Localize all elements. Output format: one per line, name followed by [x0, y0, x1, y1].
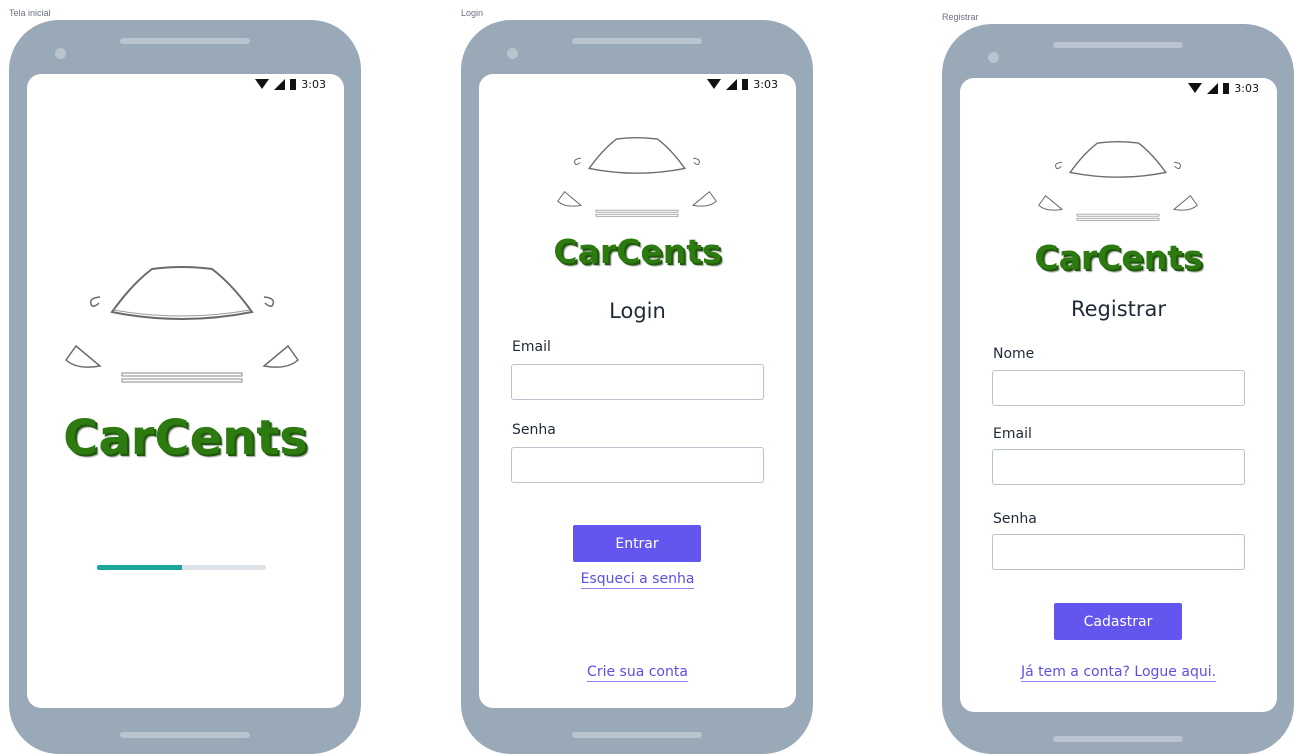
status-bar: 3:03: [707, 77, 778, 91]
frame-label-splash: Tela inicial: [9, 8, 51, 18]
login-screen: 3:03 CarCents Login Email Senha Entrar E…: [479, 74, 796, 708]
battery-icon: [1223, 82, 1230, 94]
signal-icon: [726, 78, 738, 90]
status-time: 3:03: [1234, 81, 1259, 95]
speaker-grille: [1053, 42, 1183, 48]
password-label: Senha: [993, 511, 1037, 527]
splash-screen: 3:03 CarCents: [27, 74, 344, 708]
camera-icon: [55, 48, 66, 59]
phone-splash: 3:03 CarCents: [9, 20, 361, 754]
forgot-password-link[interactable]: Esqueci a senha: [479, 571, 796, 589]
camera-icon: [988, 52, 999, 63]
page-title: Registrar: [1070, 297, 1167, 321]
app-logo: CarCents: [1034, 238, 1203, 277]
page-title: Login: [609, 299, 666, 323]
app-logo: CarCents: [63, 410, 308, 466]
email-label: Email: [993, 426, 1032, 442]
status-bar: 3:03: [1188, 81, 1259, 95]
create-account-link[interactable]: Crie sua conta: [479, 664, 796, 682]
name-label: Nome: [993, 346, 1035, 362]
create-account-link-text[interactable]: Crie sua conta: [587, 664, 688, 682]
bottom-bar: [1053, 736, 1183, 742]
wifi-icon: [707, 78, 722, 89]
password-label: Senha: [512, 422, 556, 438]
name-input[interactable]: [992, 370, 1245, 406]
car-icon: [1038, 141, 1198, 221]
wifi-icon: [1188, 82, 1203, 93]
email-input[interactable]: [511, 364, 764, 400]
bottom-bar: [572, 732, 702, 738]
email-input[interactable]: [992, 449, 1245, 485]
battery-icon: [742, 78, 749, 90]
phone-register: 3:03 CarCents Registrar Nome Email Senha…: [942, 24, 1294, 754]
signal-icon: [1207, 82, 1219, 94]
speaker-grille: [120, 38, 250, 44]
register-screen: 3:03 CarCents Registrar Nome Email Senha…: [960, 78, 1277, 712]
login-link[interactable]: Já tem a conta? Logue aqui.: [960, 664, 1277, 682]
status-time: 3:03: [301, 77, 326, 91]
frame-label-login: Login: [461, 8, 484, 18]
loading-progress-bar: [97, 565, 266, 570]
camera-icon: [507, 48, 518, 59]
speaker-grille: [572, 38, 702, 44]
email-label: Email: [512, 339, 551, 355]
wifi-icon: [255, 78, 270, 89]
signal-icon: [274, 78, 286, 90]
register-button[interactable]: Cadastrar: [1054, 603, 1182, 640]
login-button[interactable]: Entrar: [573, 525, 701, 562]
battery-icon: [290, 78, 297, 90]
password-input[interactable]: [992, 534, 1245, 570]
app-logo: CarCents: [553, 232, 722, 271]
car-icon: [65, 266, 299, 383]
phone-login: 3:03 CarCents Login Email Senha Entrar E…: [461, 20, 813, 754]
forgot-password-link-text[interactable]: Esqueci a senha: [580, 571, 695, 589]
frame-label-register: Registrar: [942, 12, 979, 22]
bottom-bar: [120, 732, 250, 738]
password-input[interactable]: [511, 447, 764, 483]
status-bar: 3:03: [255, 77, 326, 91]
login-link-text[interactable]: Já tem a conta? Logue aqui.: [1020, 664, 1217, 682]
loading-progress-fill: [97, 565, 182, 570]
car-icon: [557, 137, 717, 217]
status-time: 3:03: [753, 77, 778, 91]
